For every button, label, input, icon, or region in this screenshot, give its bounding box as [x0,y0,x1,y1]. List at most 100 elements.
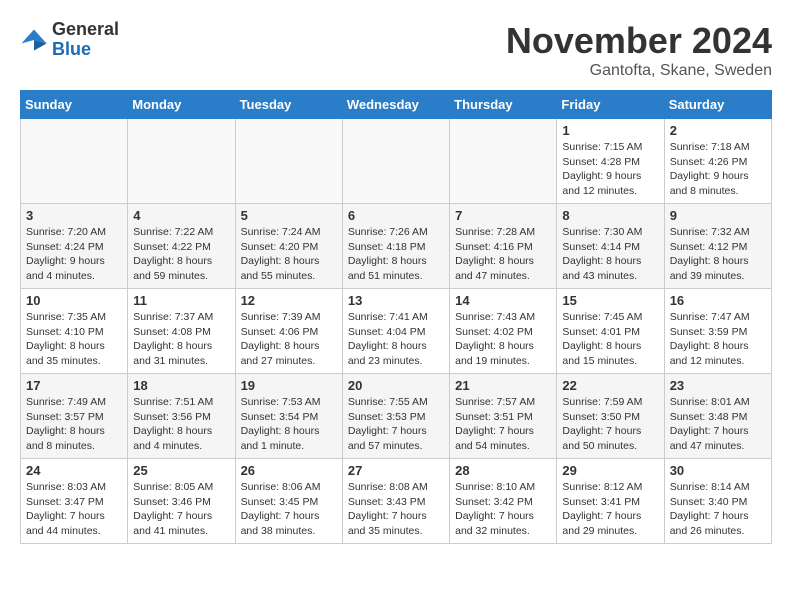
day-info: Sunrise: 7:51 AM Sunset: 3:56 PM Dayligh… [133,395,229,454]
day-info: Sunrise: 7:53 AM Sunset: 3:54 PM Dayligh… [241,395,337,454]
day-number: 21 [455,378,551,393]
calendar-week-row: 17 Sunrise: 7:49 AM Sunset: 3:57 PM Dayli… [21,374,772,459]
calendar-table: SundayMondayTuesdayWednesdayThursdayFrid… [20,90,772,544]
calendar-cell: 22Sunrise: 7:59 AM Sunset: 3:50 PM Dayli… [557,374,664,459]
calendar-cell: 25Sunrise: 8:05 AM Sunset: 3:46 PM Dayli… [128,459,235,544]
day-info: Sunrise: 7:43 AM Sunset: 4:02 PM Dayligh… [455,310,551,369]
day-info: Sunrise: 7:18 AM Sunset: 4:26 PM Dayligh… [670,140,766,199]
calendar-cell: 29 Sunrise: 8:12 AM Sunset: 3:41 PM Dayli… [557,459,664,544]
day-number: 29 [562,463,658,478]
day-number: 12 [241,293,337,308]
day-number: 16 [670,293,766,308]
day-number: 10 [26,293,122,308]
calendar-cell: 12 Sunrise: 7:39 AM Sunset: 4:06 PM Dayli… [235,289,342,374]
calendar-cell: 14 Sunrise: 7:43 AM Sunset: 4:02 PM Dayli… [450,289,557,374]
calendar-cell: 27 Sunrise: 8:08 AM Sunset: 3:43 PM Dayli… [342,459,449,544]
calendar-cell: 11 Sunrise: 7:37 AM Sunset: 4:08 PM Dayli… [128,289,235,374]
day-number: 22 [562,378,658,393]
calendar-week-row: 10 Sunrise: 7:35 AM Sunset: 4:10 PM Dayli… [21,289,772,374]
day-number: 28 [455,463,551,478]
calendar-cell: 30 Sunrise: 8:14 AM Sunset: 3:40 PM Dayli… [664,459,771,544]
day-info: Sunrise: 7:20 AM Sunset: 4:24 PM Dayligh… [26,225,122,284]
day-info: Sunrise: 7:26 AM Sunset: 4:18 PM Dayligh… [348,225,444,284]
day-info: Sunrise: 8:12 AM Sunset: 3:41 PM Dayligh… [562,480,658,539]
day-number: 20 [348,378,444,393]
calendar-cell: 28 Sunrise: 8:10 AM Sunset: 3:42 PM Dayli… [450,459,557,544]
day-number: 3 [26,208,122,223]
day-info: Sunrise: 7:22 AM Sunset: 4:22 PM Dayligh… [133,225,229,284]
calendar-cell: 20 Sunrise: 7:55 AM Sunset: 3:53 PM Dayli… [342,374,449,459]
day-number: 23 [670,378,766,393]
day-number: 6 [348,208,444,223]
day-number: 4 [133,208,229,223]
day-info: Sunrise: 7:30 AM Sunset: 4:14 PM Dayligh… [562,225,658,284]
day-number: 2 [670,123,766,138]
calendar-cell: 15 Sunrise: 7:45 AM Sunset: 4:01 PM Dayli… [557,289,664,374]
weekday-header: Friday [557,91,664,119]
calendar-cell: 2 Sunrise: 7:18 AM Sunset: 4:26 PM Daylig… [664,119,771,204]
day-number: 19 [241,378,337,393]
day-info: Sunrise: 7:39 AM Sunset: 4:06 PM Dayligh… [241,310,337,369]
calendar-week-row: 24Sunrise: 8:03 AM Sunset: 3:47 PM Dayli… [21,459,772,544]
calendar-cell [235,119,342,204]
day-number: 9 [670,208,766,223]
calendar-cell [342,119,449,204]
calendar-cell: 8 Sunrise: 7:30 AM Sunset: 4:14 PM Daylig… [557,204,664,289]
month-title: November 2024 [506,20,772,62]
day-info: Sunrise: 8:08 AM Sunset: 3:43 PM Dayligh… [348,480,444,539]
day-number: 8 [562,208,658,223]
day-info: Sunrise: 7:32 AM Sunset: 4:12 PM Dayligh… [670,225,766,284]
weekday-header: Sunday [21,91,128,119]
title-block: November 2024 Gantofta, Skane, Sweden [506,20,772,80]
day-info: Sunrise: 8:14 AM Sunset: 3:40 PM Dayligh… [670,480,766,539]
day-number: 27 [348,463,444,478]
day-number: 26 [241,463,337,478]
day-number: 13 [348,293,444,308]
calendar-cell: 6 Sunrise: 7:26 AM Sunset: 4:18 PM Daylig… [342,204,449,289]
calendar-cell: 26 Sunrise: 8:06 AM Sunset: 3:45 PM Dayli… [235,459,342,544]
weekday-header: Thursday [450,91,557,119]
day-number: 24 [26,463,122,478]
calendar-week-row: 3 Sunrise: 7:20 AM Sunset: 4:24 PM Daylig… [21,204,772,289]
location: Gantofta, Skane, Sweden [506,62,772,80]
day-number: 5 [241,208,337,223]
day-number: 17 [26,378,122,393]
logo: General Blue [20,20,119,60]
calendar-cell: 17 Sunrise: 7:49 AM Sunset: 3:57 PM Dayli… [21,374,128,459]
day-info: Sunrise: 7:41 AM Sunset: 4:04 PM Dayligh… [348,310,444,369]
calendar-body: 1Sunrise: 7:15 AM Sunset: 4:28 PM Daylig… [21,119,772,544]
calendar-cell: 4 Sunrise: 7:22 AM Sunset: 4:22 PM Daylig… [128,204,235,289]
day-info: Sunrise: 7:37 AM Sunset: 4:08 PM Dayligh… [133,310,229,369]
calendar-cell [21,119,128,204]
day-number: 15 [562,293,658,308]
calendar-cell: 23 Sunrise: 8:01 AM Sunset: 3:48 PM Dayli… [664,374,771,459]
calendar-cell [128,119,235,204]
day-info: Sunrise: 7:35 AM Sunset: 4:10 PM Dayligh… [26,310,122,369]
calendar-cell: 10 Sunrise: 7:35 AM Sunset: 4:10 PM Dayli… [21,289,128,374]
calendar-cell: 1Sunrise: 7:15 AM Sunset: 4:28 PM Daylig… [557,119,664,204]
day-number: 14 [455,293,551,308]
calendar-cell [450,119,557,204]
calendar-header-row: SundayMondayTuesdayWednesdayThursdayFrid… [21,91,772,119]
day-number: 30 [670,463,766,478]
day-info: Sunrise: 7:57 AM Sunset: 3:51 PM Dayligh… [455,395,551,454]
day-info: Sunrise: 7:55 AM Sunset: 3:53 PM Dayligh… [348,395,444,454]
logo-text: General Blue [52,20,119,60]
weekday-header: Tuesday [235,91,342,119]
calendar-cell: 7Sunrise: 7:28 AM Sunset: 4:16 PM Daylig… [450,204,557,289]
day-info: Sunrise: 8:06 AM Sunset: 3:45 PM Dayligh… [241,480,337,539]
calendar-cell: 9 Sunrise: 7:32 AM Sunset: 4:12 PM Daylig… [664,204,771,289]
weekday-header: Wednesday [342,91,449,119]
calendar-cell: 21 Sunrise: 7:57 AM Sunset: 3:51 PM Dayli… [450,374,557,459]
day-info: Sunrise: 8:01 AM Sunset: 3:48 PM Dayligh… [670,395,766,454]
calendar-cell: 3 Sunrise: 7:20 AM Sunset: 4:24 PM Daylig… [21,204,128,289]
day-info: Sunrise: 7:47 AM Sunset: 3:59 PM Dayligh… [670,310,766,369]
day-info: Sunrise: 8:10 AM Sunset: 3:42 PM Dayligh… [455,480,551,539]
day-info: Sunrise: 7:28 AM Sunset: 4:16 PM Dayligh… [455,225,551,284]
calendar-cell: 13 Sunrise: 7:41 AM Sunset: 4:04 PM Dayli… [342,289,449,374]
day-number: 11 [133,293,229,308]
logo-icon [20,26,48,54]
day-info: Sunrise: 7:49 AM Sunset: 3:57 PM Dayligh… [26,395,122,454]
day-info: Sunrise: 7:45 AM Sunset: 4:01 PM Dayligh… [562,310,658,369]
page-header: General Blue November 2024 Gantofta, Ska… [20,20,772,80]
